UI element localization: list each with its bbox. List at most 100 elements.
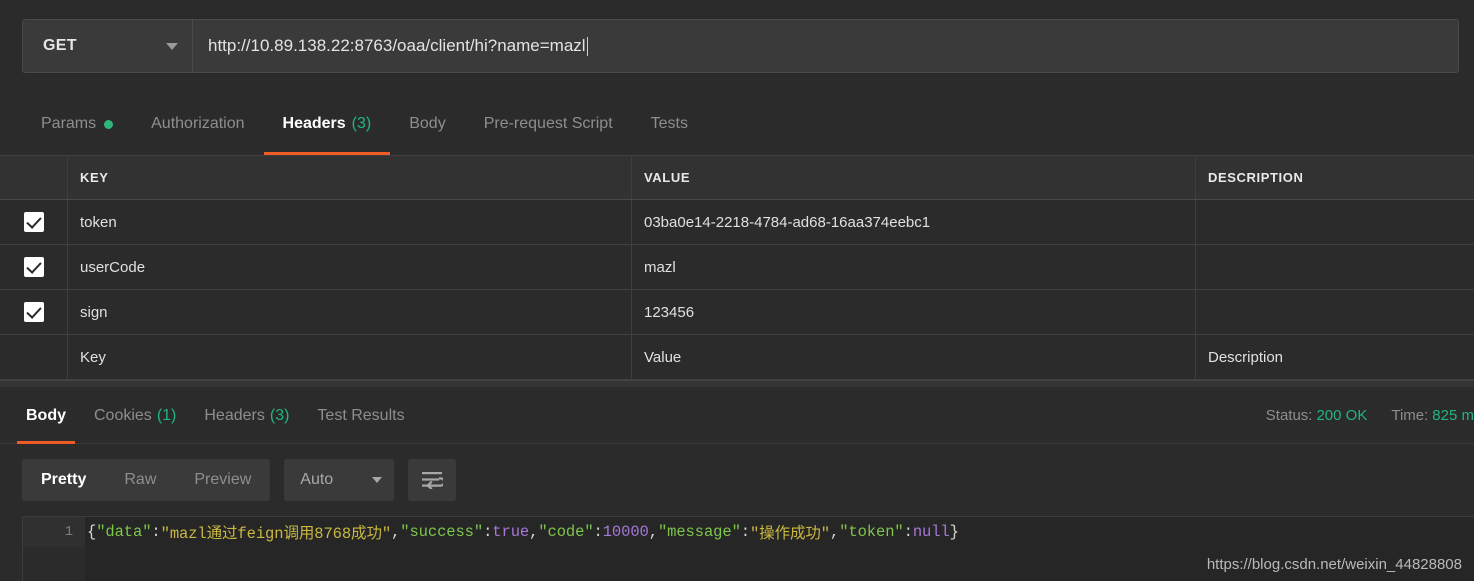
table-row[interactable]: token 03ba0e14-2218-4784-ad68-16aa374eeb… [0,200,1474,245]
time-label: Time: [1391,407,1429,424]
tab-pre-request-script-label: Pre-request Script [483,115,613,132]
tab-headers[interactable]: Headers (3) [263,93,391,155]
view-mode-raw[interactable]: Raw [105,459,175,501]
response-tab-body-label: Body [26,406,66,424]
tab-authorization[interactable]: Authorization [132,93,263,155]
tab-params-label: Params [41,115,97,132]
json-token-punc: { [87,523,97,541]
json-token-punc: , [648,523,658,541]
row-key-field[interactable]: token [68,200,632,244]
row-description-field[interactable] [1196,245,1474,289]
response-format-select[interactable]: Auto [284,459,395,501]
row-description-field[interactable] [1196,290,1474,334]
status-badge: 200 OK [1316,407,1368,424]
row-value-field[interactable]: 123456 [632,290,1196,334]
json-token-key: "data" [96,523,152,541]
response-tab-headers[interactable]: Headers (3) [190,387,303,444]
wrap-lines-button[interactable] [408,459,457,501]
url-input[interactable]: http://10.89.138.22:8763/oaa/client/hi?n… [193,20,1458,72]
row-checkbox-cell[interactable] [0,200,68,244]
table-new-row[interactable]: Key Value Description [0,335,1474,380]
text-cursor [586,36,588,56]
response-tab-body[interactable]: Body [12,387,80,444]
row-value-field[interactable]: 03ba0e14-2218-4784-ad68-16aa374eebc1 [632,200,1196,244]
request-url-bar: GET http://10.89.138.22:8763/oaa/client/… [0,0,1474,93]
response-tab-test-results-label: Test Results [317,406,405,424]
table-row[interactable]: userCode mazl [0,245,1474,290]
watermark-text: https://blog.csdn.net/weixin_44828808 [1206,556,1462,573]
time-value: 825 m [1432,407,1474,424]
chevron-down-icon [166,42,178,50]
http-method-select[interactable]: GET [23,20,193,72]
response-tab-cookies-label: Cookies [94,406,152,424]
header-cell-checkbox [0,156,68,199]
tab-authorization-label: Authorization [151,115,245,132]
json-token-punc: : [903,523,913,541]
status-group: Status: 200 OK [1266,407,1368,424]
header-cell-description: DESCRIPTION [1208,170,1304,185]
response-body-toolbar: Pretty Raw Preview Auto [0,444,1474,516]
wrap-lines-icon [422,472,444,489]
time-group: Time: 825 m [1391,407,1474,424]
json-token-punc: : [151,523,161,541]
view-mode-preview[interactable]: Preview [175,459,270,501]
params-modified-dot-icon [104,119,114,129]
tab-pre-request-script[interactable]: Pre-request Script [465,93,632,155]
chevron-down-icon [372,477,383,483]
line-number: 1 [23,517,85,547]
header-cell-key: KEY [68,156,632,199]
row-checkbox-cell[interactable] [0,290,68,334]
row-checkbox-checked-icon[interactable] [23,302,44,322]
headers-table: KEY VALUE DESCRIPTION token 03ba0e14-221… [0,155,1474,380]
row-value-field[interactable]: mazl [632,245,1196,289]
code-line-content[interactable]: {"data": "mazl通过feign调用8768成功", "success":… [85,517,1474,547]
tab-tests-label: Tests [650,115,688,132]
response-tab-test-results[interactable]: Test Results [303,387,418,444]
url-input-value: http://10.89.138.22:8763/oaa/client/hi?n… [208,36,586,55]
table-row[interactable]: sign 123456 [0,290,1474,335]
json-token-punc: , [391,523,401,541]
response-tab-cookies[interactable]: Cookies (1) [80,387,190,444]
response-format-label: Auto [300,471,334,488]
json-token-punc: , [529,523,539,541]
new-row-key-input[interactable]: Key [68,335,632,379]
response-meta: Status: 200 OK Time: 825 m [1242,387,1474,444]
request-tabs: Params Authorization Headers (3) Body Pr… [0,93,1474,155]
row-key-field[interactable]: userCode [68,245,632,289]
status-label: Status: [1265,407,1313,424]
new-row-value-input[interactable]: Value [632,335,1196,379]
http-method-label: GET [43,37,77,54]
gutter-filler [23,547,85,581]
json-token-lit: 10000 [602,523,649,541]
tab-params[interactable]: Params [22,93,132,155]
tab-headers-count: (3) [351,115,372,132]
tab-tests[interactable]: Tests [632,93,707,155]
response-tab-headers-label: Headers [204,406,265,424]
new-row-description-input[interactable]: Description [1196,335,1474,379]
json-token-lit: null [912,523,950,541]
new-row-checkbox-cell [0,335,68,379]
row-description-field[interactable] [1196,200,1474,244]
tab-body[interactable]: Body [390,93,464,155]
json-token-punc: } [949,523,959,541]
view-mode-pretty[interactable]: Pretty [22,459,105,501]
header-cell-value: VALUE [632,156,1196,199]
json-token-punc: , [830,523,840,541]
url-bar-inner: GET http://10.89.138.22:8763/oaa/client/… [22,19,1459,73]
json-token-punc: : [593,523,603,541]
json-token-punc: : [740,523,750,541]
json-token-str: "mazl通过feign调用8768成功" [160,525,392,543]
tab-body-label: Body [409,115,446,132]
row-checkbox-checked-icon[interactable] [23,257,44,277]
json-token-key: "success" [400,523,484,541]
response-tab-headers-count: (3) [269,406,290,424]
json-token-key: "message" [657,523,741,541]
row-key-field[interactable]: sign [68,290,632,334]
json-token-key: "code" [538,523,594,541]
json-token-punc: : [483,523,493,541]
json-token-key: "token" [839,523,904,541]
code-line: 1 {"data": "mazl通过feign调用8768成功", "success… [23,517,1474,547]
row-checkbox-checked-icon[interactable] [23,212,44,232]
row-checkbox-cell[interactable] [0,245,68,289]
response-tab-cookies-count: (1) [156,406,177,424]
